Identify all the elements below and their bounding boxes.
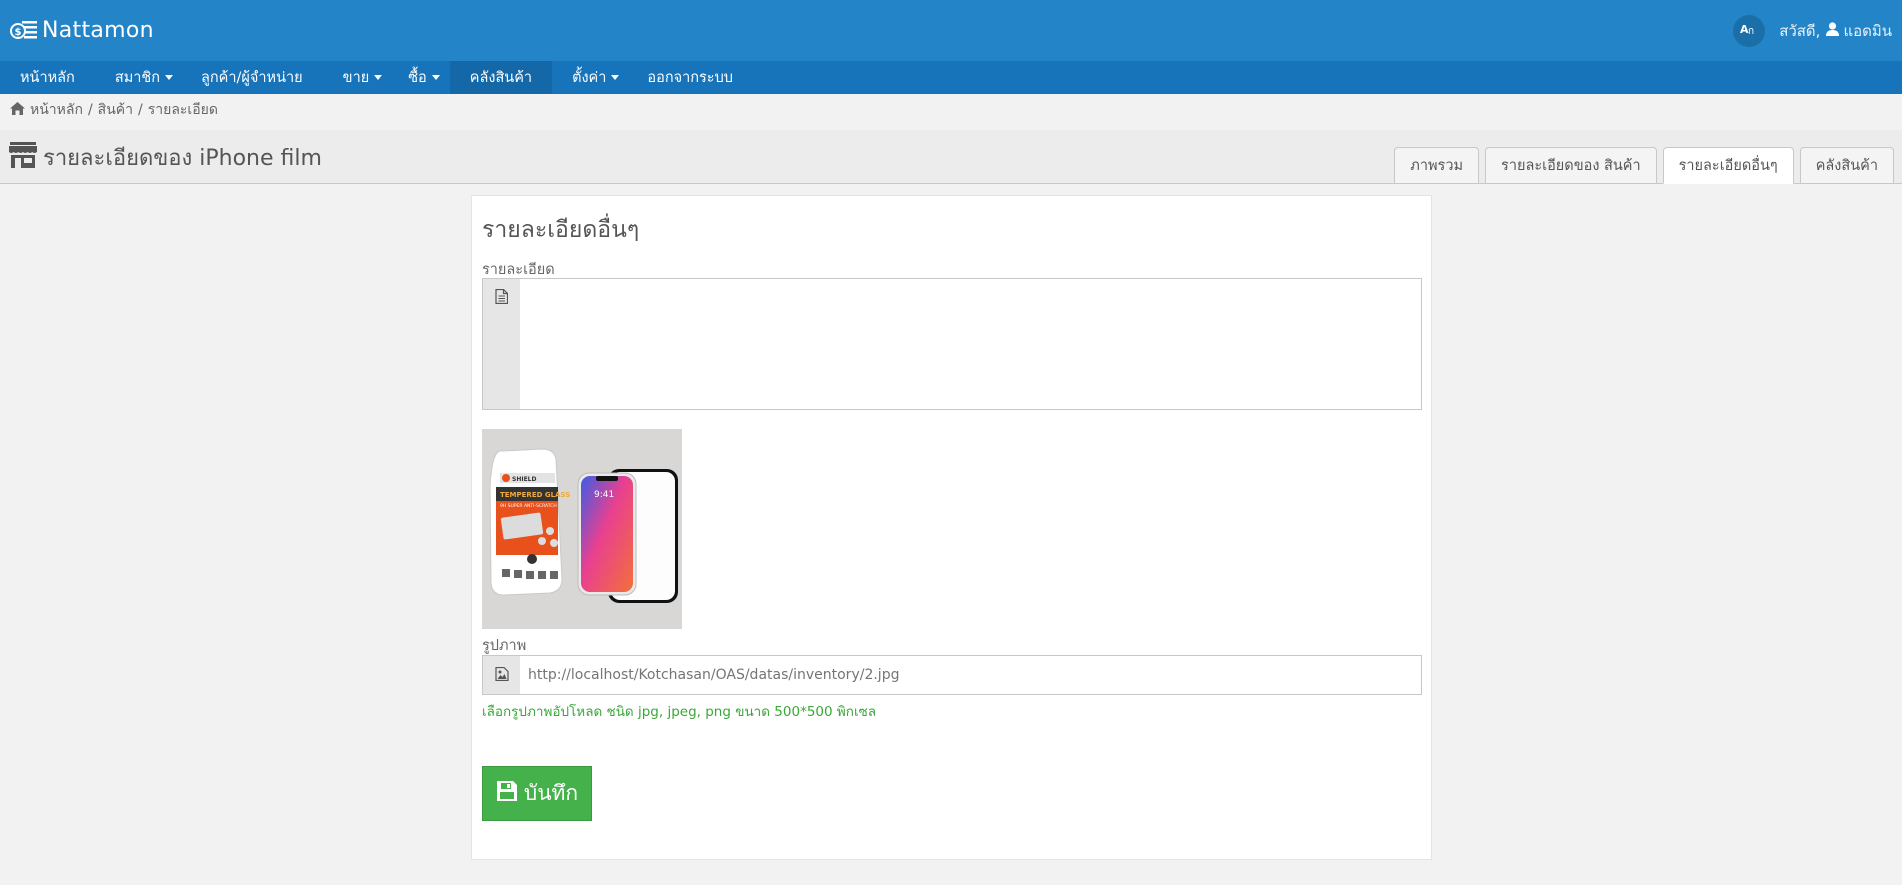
package-line2-text: 9H SUPER ANTI-SCRATCH <box>500 503 557 509</box>
language-button[interactable]: A ก <box>1733 14 1766 47</box>
menu-item-home[interactable]: หน้าหลัก <box>0 61 95 94</box>
caret-down-icon <box>374 75 383 80</box>
username-text: แอดมิน <box>1843 21 1892 40</box>
menu-item-label: สมาชิก <box>114 70 161 86</box>
menu-item-customers[interactable]: ลูกค้า/ผู้จำหน่าย <box>183 61 321 94</box>
menu-item-settings[interactable]: ตั้งค่า <box>552 61 629 94</box>
user-area: A ก สวัสดี, แอดมิน <box>1733 14 1892 47</box>
image-addon <box>483 656 520 694</box>
caret-down-icon <box>165 75 174 80</box>
tab-label: รายละเอียดของ สินค้า <box>1501 158 1641 174</box>
tab-label: รายละเอียดอื่นๆ <box>1678 158 1778 174</box>
user-icon <box>1826 21 1840 40</box>
menu-item-inventory[interactable]: คลังสินค้า <box>449 61 553 94</box>
svg-text:ก: ก <box>1748 26 1754 36</box>
home-icon <box>10 101 25 119</box>
image-label: รูปภาพ <box>482 638 527 654</box>
page-header: รายละเอียดของ iPhone film ภาพรวม รายละเอ… <box>0 130 1902 184</box>
money-list-icon: $ <box>10 18 38 44</box>
menu-item-label: ซื้อ <box>408 70 427 86</box>
product-image-preview: SHIELD TEMPERED GLASS 9H SUPER ANTI-SCRA… <box>482 429 682 629</box>
user-menu[interactable]: แอดมิน <box>1826 19 1892 43</box>
breadcrumb-current: รายละเอียด <box>147 102 218 118</box>
menu-item-members[interactable]: สมาชิก <box>95 61 183 94</box>
tab-other-details[interactable]: รายละเอียดอื่นๆ <box>1662 147 1794 184</box>
caret-down-icon <box>611 75 620 80</box>
greeting-text: สวัสดี, <box>1779 21 1821 40</box>
menu-item-sales[interactable]: ขาย <box>321 61 393 94</box>
section-title: รายละเอียดอื่นๆ <box>482 217 640 243</box>
image-help-text: เลือกรูปภาพอัปโหลด ชนิด jpg, jpeg, png ข… <box>482 704 877 720</box>
brand-link[interactable]: $ Nattamon <box>10 18 154 44</box>
menu-item-label: ลูกค้า/ผู้จำหน่าย <box>201 70 303 86</box>
image-field <box>482 655 1422 695</box>
breadcrumb-home[interactable]: หน้าหลัก <box>30 99 83 121</box>
picture-icon <box>494 666 509 685</box>
breadcrumb-separator: / <box>87 102 93 118</box>
save-button-label: บันทึก <box>523 781 579 805</box>
svg-text:$: $ <box>15 27 22 38</box>
breadcrumb-products[interactable]: สินค้า <box>98 99 133 121</box>
menu-item-label: ขาย <box>342 70 370 86</box>
breadcrumb: หน้าหลัก / สินค้า / รายละเอียด <box>10 100 218 120</box>
image-url-input[interactable] <box>520 656 1421 694</box>
save-button[interactable]: บันทึก <box>482 766 592 821</box>
tab-bar: ภาพรวม รายละเอียดของ สินค้า รายละเอียดอื… <box>1394 147 1894 184</box>
menu-item-purchase[interactable]: ซื้อ <box>392 61 450 94</box>
menu-item-label: คลังสินค้า <box>469 70 533 86</box>
page-title-text: รายละเอียดของ iPhone film <box>43 146 322 171</box>
menu-item-label: หน้าหลัก <box>20 70 75 86</box>
tab-overview[interactable]: ภาพรวม <box>1394 147 1480 184</box>
detail-addon <box>483 279 520 409</box>
menu-item-logout[interactable]: ออกจากระบบ <box>629 61 743 94</box>
translate-icon: A ก <box>1740 22 1758 40</box>
breadcrumb-separator: / <box>138 102 143 118</box>
store-icon <box>9 141 37 174</box>
menu-item-label: ออกจากระบบ <box>647 70 734 86</box>
package-brand-text: SHIELD <box>512 476 536 483</box>
detail-field <box>482 278 1422 410</box>
detail-textarea[interactable] <box>520 279 1421 409</box>
tab-label: คลังสินค้า <box>1815 158 1878 174</box>
phone-time-text: 9:41 <box>594 490 614 500</box>
floppy-disk-icon <box>496 780 518 807</box>
top-header: $ Nattamon A ก สวัสดี, แอดมิน <box>0 0 1902 61</box>
main-menu: หน้าหลัก สมาชิก ลูกค้า/ผู้จำหน่าย ขาย ซื… <box>0 61 1902 94</box>
menu-item-label: ตั้งค่า <box>572 70 607 86</box>
tab-label: ภาพรวม <box>1410 158 1464 174</box>
tab-product-details[interactable]: รายละเอียดของ สินค้า <box>1485 147 1657 184</box>
package-line1-text: TEMPERED GLASS <box>500 491 570 499</box>
tab-inventory[interactable]: คลังสินค้า <box>1799 147 1894 184</box>
user-greeting: สวัสดี, แอดมิน <box>1779 19 1892 43</box>
content-card: รายละเอียดอื่นๆ รายละเอียด SHIELD TEMPER… <box>471 195 1432 860</box>
page-title: รายละเอียดของ iPhone film <box>9 140 322 175</box>
caret-down-icon <box>431 75 440 80</box>
document-icon <box>495 288 509 308</box>
brand-name: Nattamon <box>42 18 154 43</box>
